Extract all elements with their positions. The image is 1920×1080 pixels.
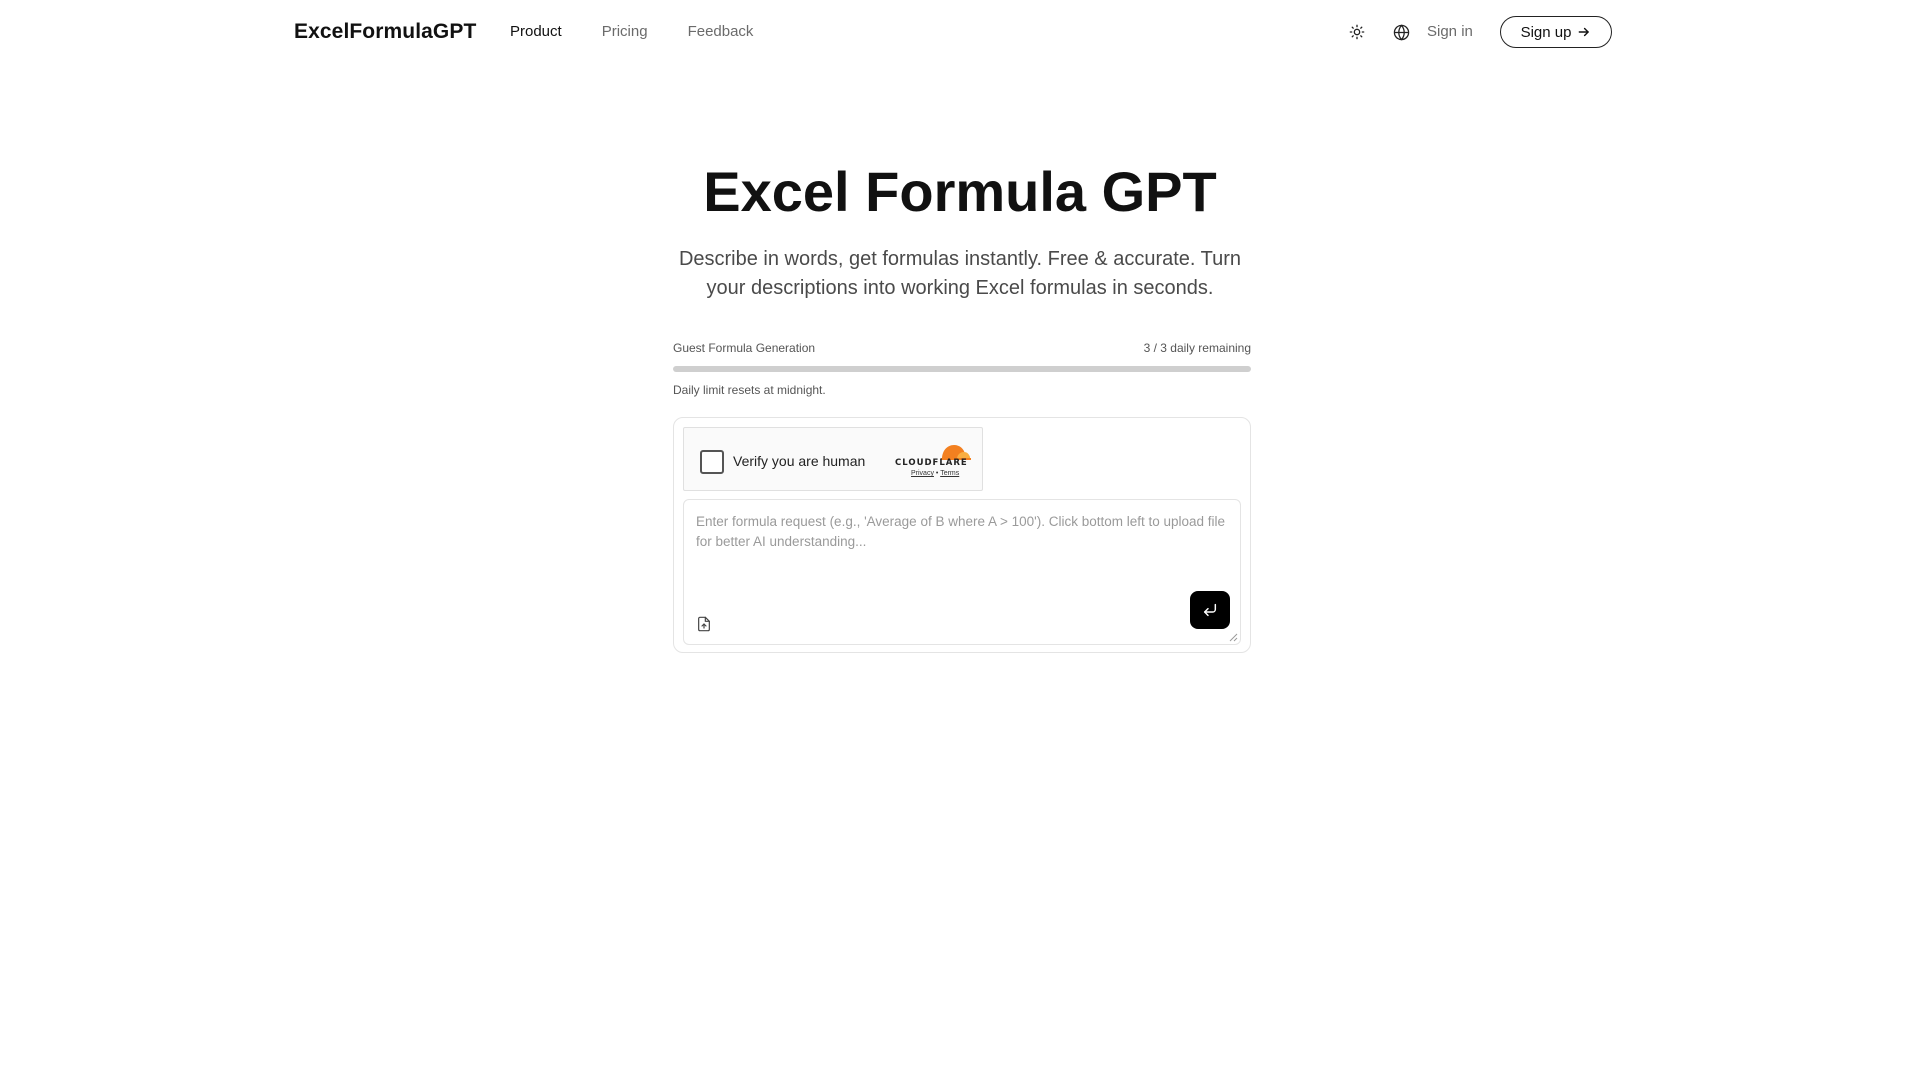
captcha-label: Verify you are human [733,453,866,469]
formula-request-input[interactable]: Enter formula request (e.g., 'Average of… [683,499,1241,645]
theme-toggle-button[interactable] [1345,20,1369,44]
usage-header: Guest Formula Generation 3 / 3 daily rem… [673,340,1251,356]
sign-up-button[interactable]: Sign up [1500,16,1612,48]
resize-handle-icon[interactable] [1229,633,1238,642]
cloudflare-brand: CLOUDFLARE [895,458,968,468]
file-upload-icon [698,616,710,632]
sign-in-link[interactable]: Sign in [1427,20,1473,44]
captcha-widget: Verify you are human CLOUDFLARE Privacy … [683,427,983,491]
usage-progress-fill [673,366,1251,372]
sign-up-label: Sign up [1520,23,1572,41]
usage-panel: Guest Formula Generation 3 / 3 daily rem… [673,340,1251,398]
formula-input-placeholder: Enter formula request (e.g., 'Average of… [696,514,1226,549]
page-subtitle: Describe in words, get formulas instantl… [678,248,1242,299]
nav-product[interactable]: Product [510,20,562,44]
usage-label: Guest Formula Generation [673,341,816,355]
sun-icon [1349,24,1365,40]
language-button[interactable] [1389,20,1413,44]
nav-feedback[interactable]: Feedback [688,20,754,44]
captcha-link-separator: • [935,470,939,477]
usage-remaining: 3 / 3 daily remaining [1143,341,1251,355]
upload-file-button[interactable] [696,616,712,632]
captcha-checkbox[interactable] [700,450,724,474]
arrow-right-icon [1579,27,1590,37]
page-title: Excel Formula GPT [703,160,1217,223]
site-logo[interactable]: ExcelFormulaGPT [294,18,476,46]
top-header: ExcelFormulaGPT Product Pricing Feedback… [0,0,1920,64]
globe-icon [1393,23,1409,41]
send-button[interactable] [1190,591,1230,629]
captcha-links: Privacy • Terms [911,470,959,477]
enter-icon [1203,603,1217,617]
captcha-privacy-link[interactable]: Privacy [911,470,934,477]
formula-card: Verify you are human CLOUDFLARE Privacy … [673,417,1251,653]
nav-pricing[interactable]: Pricing [602,20,648,44]
captcha-terms-link[interactable]: Terms [940,470,959,477]
usage-reset-note: Daily limit resets at midnight. [673,383,826,397]
usage-progress-bar [673,366,1251,372]
main-nav: Product Pricing Feedback [510,20,793,44]
